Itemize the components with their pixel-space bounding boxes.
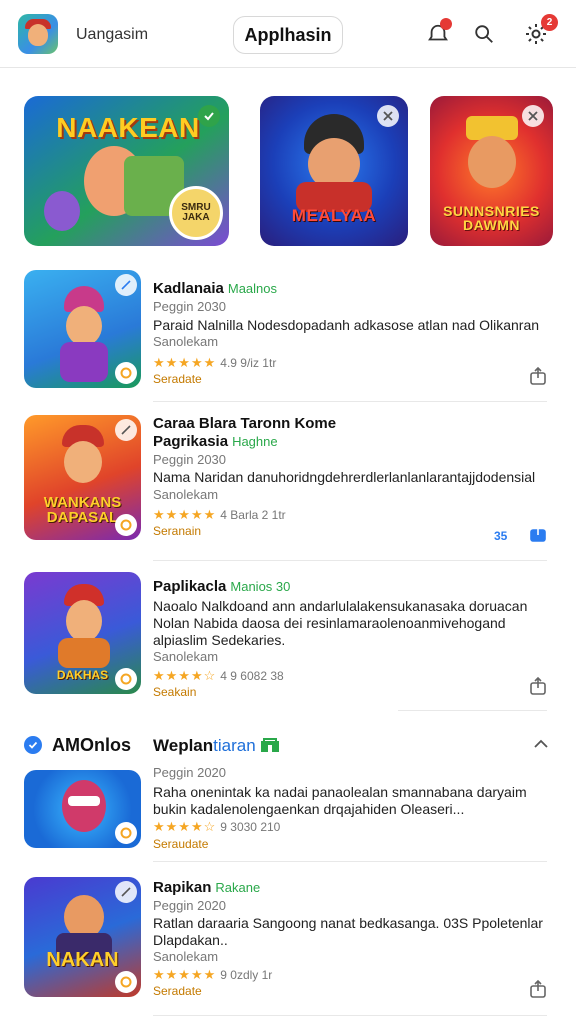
featured-badge: SMRU JAKA <box>169 186 223 240</box>
rating-stars: ★★★★★ 4 Barla 2 1tr <box>153 507 286 522</box>
featured-title: NAAKEAN <box>56 112 200 143</box>
close-icon[interactable] <box>522 105 544 127</box>
list-item[interactable]: DAKHAS Paplikacla Manios 30 Naoalo Nalkdo… <box>0 572 576 702</box>
divider <box>153 401 547 402</box>
featured-card[interactable]: NAAKEAN SMRU JAKA <box>24 96 229 246</box>
game-thumbnail[interactable] <box>24 770 141 848</box>
rating-stars: ★★★★★ 4.9 9/iz 1tr <box>153 355 277 370</box>
item-category: Sanolekam <box>153 649 219 664</box>
divider <box>153 1015 547 1016</box>
list-item[interactable]: NAKAN Rapikan Rakane Peggin 2020 Ratlan d… <box>0 877 576 1007</box>
close-icon[interactable] <box>377 105 399 127</box>
top-bar: Uangasim Applhasin 2 <box>0 0 576 68</box>
item-link[interactable]: Seraudate <box>153 837 208 851</box>
featured-carousel: NAAKEAN SMRU JAKA MEALYAA SUNNSNRIES DAW… <box>0 96 576 246</box>
section-label: AMOnlos <box>52 735 131 755</box>
offer-icon <box>115 362 137 384</box>
item-publisher: Peggin 2020 <box>153 898 227 913</box>
verified-icon <box>24 736 42 754</box>
section-title: Weplantiaran <box>153 736 256 755</box>
offer-icon <box>115 971 137 993</box>
share-icon[interactable] <box>528 979 550 1001</box>
like-count: 35 <box>494 529 508 543</box>
share-icon[interactable] <box>528 523 550 545</box>
share-icon[interactable] <box>528 366 550 388</box>
app-name: Uangasim <box>76 26 149 43</box>
item-title: Caraa Blara Taronn Kome <box>153 415 337 432</box>
item-title: Kadlanaia Maalnos <box>153 280 278 297</box>
item-category: Sanolekam <box>153 949 219 964</box>
search-icon[interactable] <box>470 20 498 48</box>
item-publisher: Peggin 2030 <box>153 299 227 314</box>
game-thumbnail[interactable]: DAKHAS <box>24 572 141 694</box>
item-description: Ratlan daraaria Sangoong nanat bedkasang… <box>153 915 543 948</box>
featured-title: MEALYAA <box>291 206 377 225</box>
page-title-button[interactable]: Applhasin <box>233 16 343 54</box>
list-item[interactable]: Kadlanaia Maalnos Peggin 2030 Paraid Naln… <box>0 270 576 400</box>
item-link[interactable]: Seradate <box>153 984 202 998</box>
game-thumbnail[interactable]: WANKANS DAPASAL <box>24 415 141 540</box>
chevron-up-icon[interactable] <box>532 737 550 753</box>
close-icon[interactable] <box>115 881 137 903</box>
featured-title: SUNNSNRIES DAWMN <box>443 203 540 233</box>
settings-badge: 2 <box>541 14 558 31</box>
item-category: Sanolekam <box>153 334 219 349</box>
item-title: Paplikacla Manios 30 <box>153 578 291 595</box>
notification-badge <box>440 18 452 30</box>
list-item[interactable]: Peggin 2020 Raha onenintak ka nadai pana… <box>0 765 576 865</box>
item-publisher: Peggin 2030 <box>153 452 227 467</box>
item-title: Rapikan Rakane <box>153 879 261 896</box>
item-publisher: Peggin 2020 <box>153 765 227 780</box>
item-description: Raha onenintak ka nadai panaolealan sman… <box>153 784 527 817</box>
app-logo[interactable] <box>18 14 58 54</box>
item-description: Paraid Nalnilla Nodesdopadanh adkasose a… <box>153 317 540 333</box>
list-item[interactable]: WANKANS DAPASAL Caraa Blara Taronn Kome … <box>0 415 576 555</box>
item-subtitle: Pagrikasia Haghne <box>153 433 278 450</box>
rating-stars: ★★★★★ 9 0zdly 1r <box>153 967 273 982</box>
section-header[interactable]: AMOnlos Weplantiaran <box>0 733 576 759</box>
close-icon[interactable] <box>115 419 137 441</box>
offer-icon <box>115 822 137 844</box>
game-thumbnail[interactable]: NAKAN <box>24 877 141 997</box>
divider <box>153 560 547 561</box>
item-link[interactable]: Seranain <box>153 524 201 538</box>
offer-icon <box>115 514 137 536</box>
game-thumbnail[interactable] <box>24 270 141 388</box>
check-icon[interactable] <box>198 105 220 127</box>
divider <box>398 710 547 711</box>
item-description: Naoalo Nalkdoand ann andarlulalakensukan… <box>153 598 528 648</box>
rating-stars: ★★★★☆ 9 3030 210 <box>153 819 281 834</box>
item-category: Sanolekam <box>153 487 219 502</box>
share-icon[interactable] <box>528 676 550 698</box>
close-icon[interactable] <box>115 274 137 296</box>
thumbnail-title: NAKAN <box>46 949 119 971</box>
item-description: Nama Naridan danuhoridngdehrerdlerlanlan… <box>153 469 536 485</box>
store-icon <box>260 737 280 753</box>
item-link[interactable]: Seradate <box>153 372 202 386</box>
divider <box>153 861 547 862</box>
offer-icon <box>115 668 137 690</box>
rating-stars: ★★★★☆ 4 9 6082 38 <box>153 668 284 683</box>
featured-card[interactable]: MEALYAA <box>260 96 408 246</box>
item-link[interactable]: Seakain <box>153 685 196 699</box>
featured-card[interactable]: SUNNSNRIES DAWMN <box>430 96 553 246</box>
